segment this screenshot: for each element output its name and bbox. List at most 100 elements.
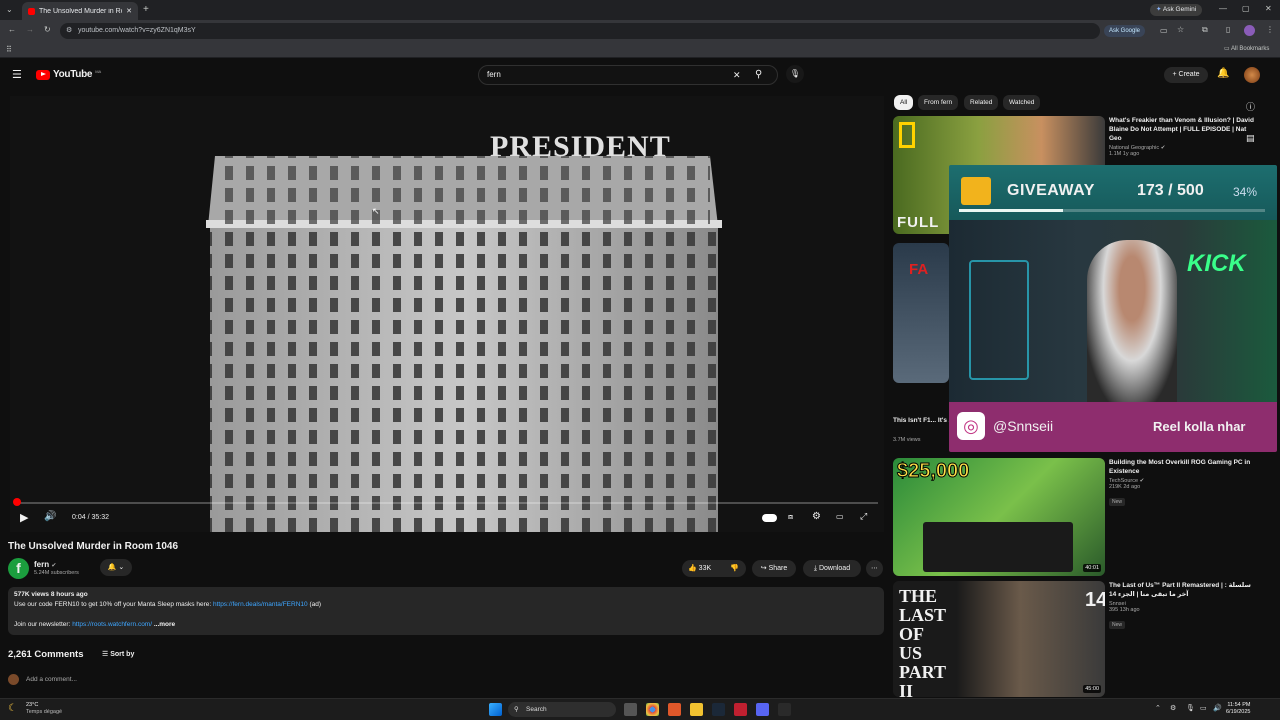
steam-icon[interactable] bbox=[712, 703, 725, 716]
channel-name[interactable]: fern ✔ bbox=[34, 560, 56, 569]
new-tab-icon[interactable]: + bbox=[143, 4, 149, 15]
subscribed-button[interactable]: 🔔 ⌄ bbox=[100, 559, 132, 576]
close-tab-icon[interactable]: ✕ bbox=[126, 7, 132, 15]
view-stats: 219K 2d ago bbox=[1109, 484, 1141, 490]
minimize-icon[interactable]: — bbox=[1219, 4, 1227, 13]
all-bookmarks-button[interactable]: ▭ All Bookmarks bbox=[1224, 45, 1269, 52]
chip-related[interactable]: Related bbox=[964, 95, 999, 110]
tab-search-icon[interactable]: ⌄ bbox=[6, 5, 13, 14]
fullscreen-icon[interactable]: ⤢ bbox=[860, 511, 867, 522]
scrubber-handle[interactable] bbox=[13, 498, 21, 506]
browser-tab[interactable]: The Unsolved Murder in Room ✕ bbox=[22, 2, 138, 20]
chip-from-fern[interactable]: From fern bbox=[918, 95, 959, 110]
download-icon: ⤓ bbox=[813, 565, 817, 572]
play-icon[interactable]: ▶ bbox=[20, 511, 28, 524]
related-video-3[interactable]: $25,000 40:01 Building the Most Overkill… bbox=[893, 458, 1273, 578]
chrome-icon[interactable] bbox=[646, 703, 659, 716]
reload-icon[interactable]: ↻ bbox=[44, 25, 51, 34]
sidebar-icon[interactable]: ▯ bbox=[1226, 25, 1230, 34]
back-icon[interactable]: ← bbox=[8, 25, 16, 34]
pc-case bbox=[969, 260, 1029, 380]
ask-gemini-button[interactable]: ✦ Ask Gemini bbox=[1150, 4, 1203, 16]
ask-google-button[interactable]: Ask Google bbox=[1104, 25, 1146, 37]
mic-icon[interactable]: 🎙 bbox=[1186, 704, 1195, 712]
progress-bar[interactable] bbox=[16, 502, 878, 504]
channel-avatar[interactable]: f bbox=[8, 558, 29, 579]
speaker-icon[interactable]: 🔊 bbox=[1213, 704, 1222, 712]
file-explorer-icon[interactable] bbox=[690, 703, 703, 716]
description-box[interactable]: 577K views 8 hours ago Use our code FERN… bbox=[8, 587, 884, 635]
close-window-icon[interactable]: ✕ bbox=[1265, 4, 1272, 13]
maximize-icon[interactable]: ▢ bbox=[1242, 4, 1250, 13]
site-info-icon[interactable]: ⚙ bbox=[66, 23, 72, 39]
giveaway-count: 173 / 500 bbox=[1137, 182, 1204, 199]
taskbar-clock[interactable]: 11:54 PM 6/19/2025 bbox=[1226, 702, 1250, 716]
account-avatar[interactable] bbox=[1244, 67, 1260, 83]
weather-widget[interactable]: 23°C Temps dégagé bbox=[26, 702, 62, 716]
create-button[interactable]: + Create bbox=[1164, 67, 1208, 83]
forward-icon[interactable]: → bbox=[26, 25, 34, 34]
search-input[interactable]: fern ✕ ⚲ bbox=[478, 65, 778, 85]
bookmark-star-icon[interactable]: ☆ bbox=[1177, 25, 1184, 34]
new-badge: New bbox=[1109, 621, 1126, 629]
share-icon: ↪ bbox=[760, 565, 767, 572]
extensions-icon[interactable]: ⧉ bbox=[1202, 25, 1208, 35]
chip-watched[interactable]: Watched bbox=[1003, 95, 1041, 110]
menu-icon[interactable]: ☰ bbox=[12, 68, 22, 81]
youtube-play-icon bbox=[36, 69, 50, 80]
share-button[interactable]: ↪ Share bbox=[752, 560, 796, 577]
moon-weather-icon: ☾ bbox=[8, 703, 17, 714]
autoplay-toggle[interactable] bbox=[762, 514, 777, 522]
show-more-button[interactable]: ...more bbox=[154, 621, 175, 628]
newsletter-link[interactable]: https://roots.watchfern.com/ bbox=[72, 621, 152, 628]
settings-gear-icon[interactable]: ⚙ bbox=[812, 511, 821, 522]
apps-icon[interactable]: ⠿ bbox=[6, 45, 12, 54]
more-icon: ⋯ bbox=[871, 565, 878, 572]
chip-all[interactable]: All bbox=[894, 95, 914, 110]
search-icon[interactable]: ⚲ bbox=[755, 66, 762, 84]
logo-text: YouTube bbox=[53, 69, 93, 80]
app-icon[interactable] bbox=[778, 703, 791, 716]
tray-chevron-icon[interactable]: ⌃ bbox=[1155, 704, 1161, 712]
download-button[interactable]: ⤓ Download bbox=[803, 560, 861, 577]
video-player[interactable]: PRESIDENT ↖ ▶ 🔊 0:04 / 35:32 ⧈ ⚙ ▭ ⤢ bbox=[10, 96, 884, 532]
start-icon[interactable] bbox=[489, 703, 502, 716]
info-icon[interactable]: ⓘ bbox=[1246, 100, 1255, 113]
more-actions-button[interactable]: ⋯ bbox=[866, 560, 883, 577]
theater-mode-icon[interactable]: ▭ bbox=[836, 512, 844, 521]
calendar-app-icon[interactable] bbox=[734, 703, 747, 716]
tray-app-icon[interactable]: ⚙ bbox=[1170, 704, 1176, 712]
clear-search-icon[interactable]: ✕ bbox=[733, 66, 741, 84]
bookmarks-bar: ⠿ ▭ All Bookmarks bbox=[0, 42, 1280, 58]
promo-link[interactable]: https://fern.deals/manta/FERN10 bbox=[213, 601, 308, 608]
taskbar-search[interactable]: ⚲ Search bbox=[508, 702, 616, 717]
country-code: MA bbox=[95, 69, 102, 74]
youtube-logo[interactable]: YouTube MA bbox=[36, 69, 101, 80]
sort-icon: ☰ bbox=[102, 651, 109, 658]
sort-button[interactable]: ☰ Sort by bbox=[102, 650, 134, 658]
brave-icon[interactable] bbox=[668, 703, 681, 716]
kick-neon-sign: KICK bbox=[1187, 250, 1246, 277]
bell-icon: 🔔 bbox=[107, 564, 117, 571]
video-title: The Last of Us™ Part II Remastered | سلس… bbox=[1109, 582, 1251, 598]
voice-search-icon[interactable]: 🎙 bbox=[786, 65, 804, 83]
chrome-menu-icon[interactable]: ⋮ bbox=[1266, 25, 1274, 34]
add-comment-input[interactable]: Add a comment... bbox=[26, 676, 77, 683]
browser-tab-bar: ⌄ The Unsolved Murder in Room ✕ + ✦ Ask … bbox=[0, 0, 1280, 20]
notifications-icon[interactable]: 🔔 bbox=[1217, 68, 1229, 79]
network-icon[interactable]: ▭ bbox=[1200, 704, 1207, 712]
instagram-icon: ◎ bbox=[957, 412, 985, 440]
instagram-banner: ◎ @Snnseii Reel kolla nhar bbox=[949, 402, 1277, 452]
player-controls: ▶ 🔊 0:04 / 35:32 ⧈ ⚙ ▭ ⤢ bbox=[10, 498, 884, 532]
profile-avatar[interactable] bbox=[1244, 25, 1255, 36]
like-button[interactable]: 👍 33K bbox=[688, 560, 711, 577]
task-view-icon[interactable] bbox=[624, 703, 637, 716]
subtitles-icon[interactable]: ⧈ bbox=[788, 512, 793, 522]
cast-icon[interactable]: ▭ bbox=[1160, 26, 1168, 35]
url-field[interactable]: ⚙ youtube.com/watch?v=zy6ZN1qM3sY bbox=[60, 23, 1100, 39]
search-icon: ⚲ bbox=[514, 706, 519, 713]
volume-icon[interactable]: 🔊 bbox=[44, 511, 56, 522]
discord-icon[interactable] bbox=[756, 703, 769, 716]
related-video-4[interactable]: THE LAST OF US PART II 14 45:00 The Last… bbox=[893, 581, 1273, 697]
dislike-button[interactable]: 👎 bbox=[730, 560, 739, 577]
